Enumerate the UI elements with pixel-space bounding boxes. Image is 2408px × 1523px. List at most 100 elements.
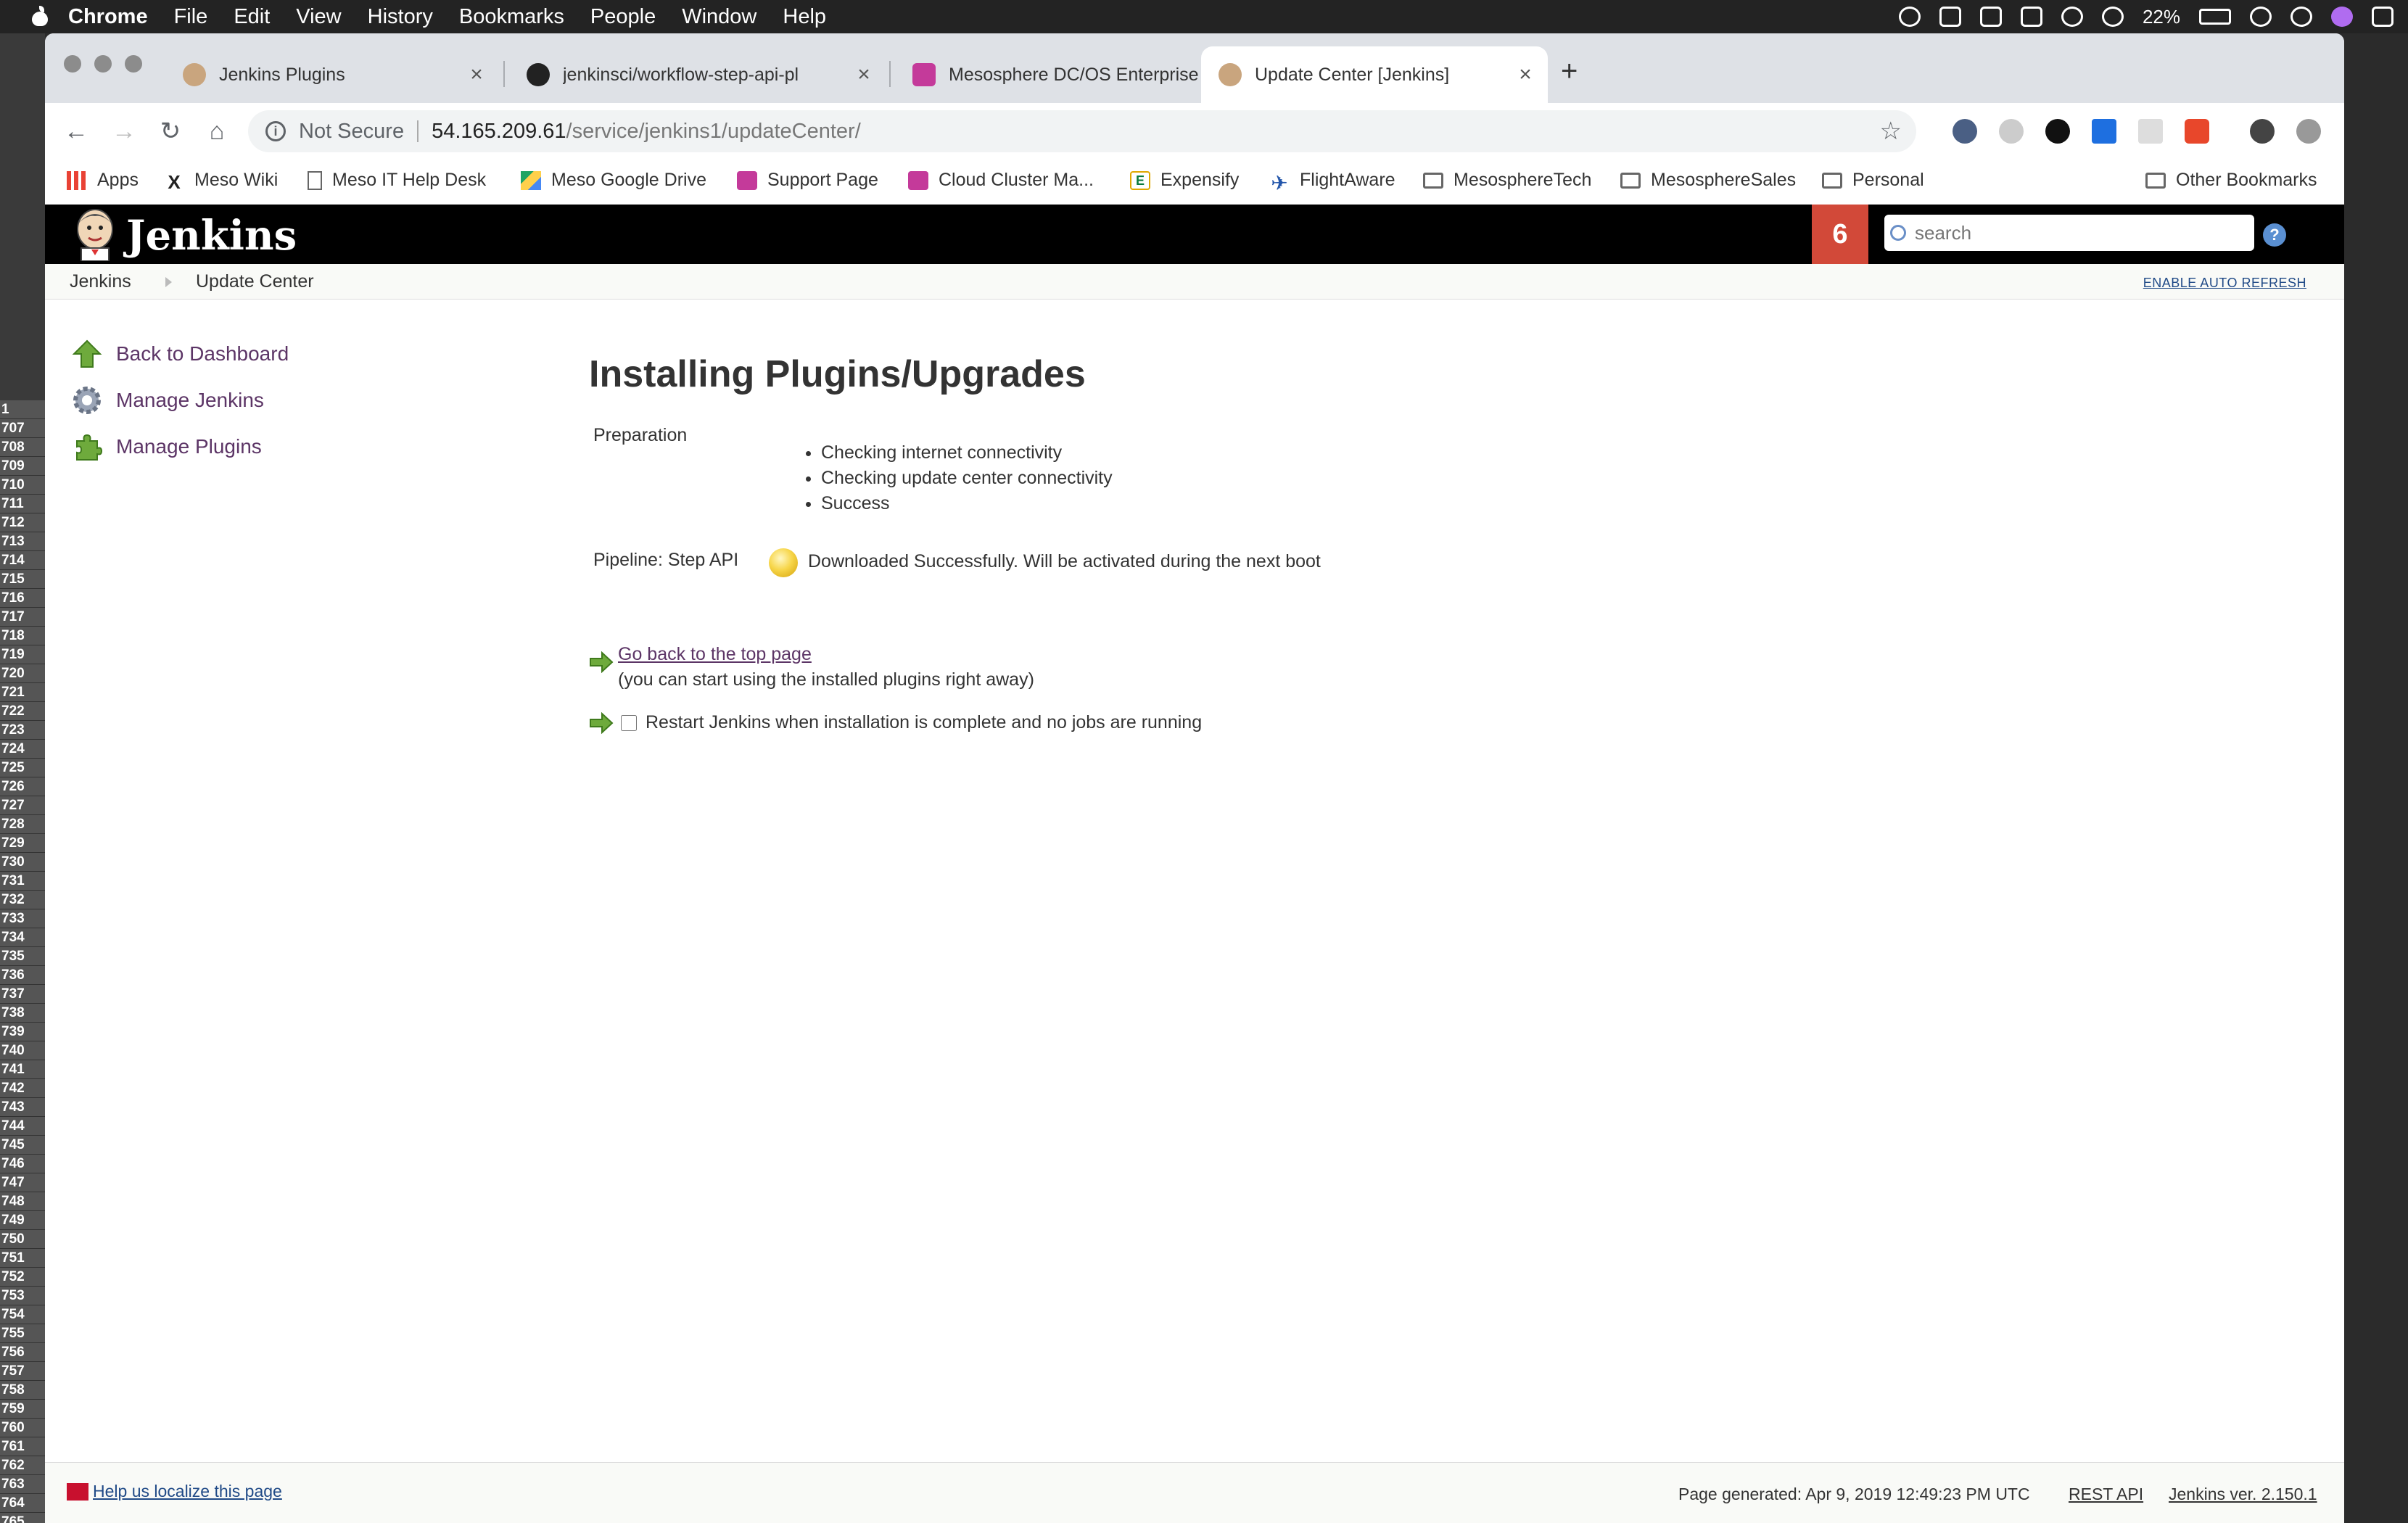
close-tab-icon[interactable]: ×	[466, 62, 487, 87]
jenkins-butler-logo-icon[interactable]	[71, 207, 119, 261]
notification-center-icon[interactable]	[2372, 7, 2393, 27]
close-tab-icon[interactable]: ×	[853, 62, 875, 87]
bookmark-meso-wiki[interactable]: X Meso Wiki	[164, 170, 278, 193]
menu-bookmarks[interactable]: Bookmarks	[459, 5, 564, 29]
menu-help[interactable]: Help	[783, 5, 826, 29]
go-back-link[interactable]: Go back to the top page	[618, 644, 1034, 665]
rest-api-link[interactable]: REST API	[2069, 1485, 2143, 1504]
menu-history[interactable]: History	[368, 5, 433, 29]
close-tab-icon[interactable]: ×	[1514, 62, 1536, 87]
forward-arrow-icon[interactable]: →	[107, 115, 141, 148]
breadcrumb-jenkins[interactable]: Jenkins	[70, 271, 131, 292]
chrome-update-icon[interactable]	[2296, 119, 2321, 144]
folder-icon	[1822, 172, 1842, 189]
zoom-icon[interactable]	[1898, 7, 1921, 27]
info-icon[interactable]: i	[265, 121, 286, 141]
breadcrumb-update-center[interactable]: Update Center	[196, 271, 314, 292]
spreadsheet-row-number: 755	[0, 1324, 45, 1343]
dropbox-icon[interactable]	[1939, 7, 1961, 27]
bookmark-folder-mesospheresales[interactable]: MesosphereSales	[1620, 170, 1796, 191]
menu-file[interactable]: File	[174, 5, 208, 29]
bookmark-flightaware[interactable]: ✈ FlightAware	[1269, 170, 1395, 194]
bookmark-star-icon[interactable]: ☆	[1880, 117, 1902, 146]
restart-checkbox[interactable]	[621, 714, 637, 731]
tab-mesosphere[interactable]: Mesosphere DC/OS Enterprise ×	[895, 46, 1242, 103]
close-window-button[interactable]	[64, 55, 81, 73]
extension-icon[interactable]	[2138, 119, 2163, 144]
dropbox-extension-icon[interactable]	[2092, 119, 2116, 144]
onepassword-icon[interactable]	[2045, 119, 2070, 144]
battery-icon[interactable]	[2199, 9, 2231, 25]
side-item-label: Manage Jenkins	[116, 389, 264, 411]
wifi-icon[interactable]	[2101, 7, 2124, 27]
menu-edit[interactable]: Edit	[234, 5, 270, 29]
extension-icon[interactable]	[1999, 119, 2024, 144]
url-path: /service/jenkins1/updateCenter/	[566, 119, 861, 143]
apple-icon[interactable]	[32, 6, 48, 26]
preparation-steps: Checking internet connectivity Checking …	[799, 442, 1113, 519]
puzzle-piece-icon	[76, 434, 103, 461]
spreadsheet-row-number: 749	[0, 1211, 45, 1230]
bluetooth-icon[interactable]	[2061, 7, 2083, 27]
menu-app-name[interactable]: Chrome	[68, 5, 148, 29]
spreadsheet-row-number: 712	[0, 513, 45, 532]
menu-window[interactable]: Window	[682, 5, 756, 29]
jenkins-title[interactable]: Jenkins	[126, 212, 297, 260]
help-localize-link[interactable]: Help us localize this page	[93, 1482, 282, 1501]
side-item-manage-jenkins[interactable]: Manage Jenkins	[71, 384, 264, 416]
bookmark-cloud-cluster[interactable]: Cloud Cluster Ma...	[908, 170, 1094, 191]
spreadsheet-row-number: 761	[0, 1437, 45, 1456]
clock-icon[interactable]	[2250, 7, 2272, 27]
bookmark-folder-personal[interactable]: Personal	[1822, 170, 1924, 191]
side-item-manage-plugins[interactable]: Manage Plugins	[71, 431, 262, 463]
airplane-icon: ✈	[1271, 171, 1288, 194]
enable-auto-refresh-link[interactable]: ENABLE AUTO REFRESH	[2143, 276, 2306, 291]
airplay-icon[interactable]	[2020, 7, 2042, 27]
extension-icon[interactable]	[2185, 119, 2209, 144]
bookmark-support-page[interactable]: Support Page	[737, 170, 878, 191]
home-icon[interactable]: ⌂	[200, 115, 234, 148]
tab-github[interactable]: jenkinsci/workflow-step-api-pl ×	[509, 46, 886, 103]
tab-jenkins-plugins[interactable]: Jenkins Plugins ×	[165, 46, 499, 103]
spreadsheet-row-number: 720	[0, 664, 45, 683]
spreadsheet-row-number: 747	[0, 1173, 45, 1192]
reload-icon[interactable]: ↻	[154, 115, 187, 148]
apps-grid-icon	[67, 170, 87, 190]
minimize-window-button[interactable]	[94, 55, 112, 73]
siri-icon[interactable]	[2331, 7, 2353, 27]
side-item-back-to-dashboard[interactable]: Back to Dashboard	[71, 338, 289, 370]
google-drive-icon	[521, 170, 541, 190]
spreadsheet-row-number: 735	[0, 947, 45, 966]
spotlight-search-icon[interactable]	[2291, 7, 2312, 27]
bookmark-label: Meso IT Help Desk	[332, 170, 487, 190]
bookmark-google-drive[interactable]: Meso Google Drive	[521, 170, 706, 191]
bookmark-apps[interactable]: Apps	[67, 170, 139, 191]
search-box[interactable]	[1884, 215, 2254, 251]
help-icon[interactable]: ?	[2263, 223, 2286, 247]
address-bar[interactable]: i Not Secure 54.165.209.61 /service/jenk…	[248, 110, 1916, 152]
bookmark-expensify[interactable]: E Expensify	[1130, 170, 1239, 191]
spreadsheet-row-number: 726	[0, 777, 45, 796]
menu-view[interactable]: View	[296, 5, 341, 29]
not-secure-label[interactable]: Not Secure	[299, 120, 404, 144]
spreadsheet-row-number: 744	[0, 1117, 45, 1136]
bookmark-folder-mesospheretech[interactable]: MesosphereTech	[1423, 170, 1591, 191]
new-tab-button[interactable]: +	[1561, 55, 1578, 88]
jenkins-version-link[interactable]: Jenkins ver. 2.150.1	[2169, 1485, 2317, 1504]
menu-people[interactable]: People	[590, 5, 656, 29]
tab-update-center[interactable]: Update Center [Jenkins] ×	[1201, 46, 1548, 103]
github-favicon-icon	[527, 63, 550, 86]
extension-icon[interactable]	[1953, 119, 1977, 144]
notification-badge[interactable]: 6	[1812, 205, 1868, 264]
spreadsheet-row-number: 746	[0, 1155, 45, 1173]
search-input[interactable]	[1913, 220, 2235, 245]
bookmark-it-help-desk[interactable]: Meso IT Help Desk	[308, 170, 486, 191]
back-arrow-icon[interactable]: ←	[59, 115, 93, 148]
restart-option[interactable]: Restart Jenkins when installation is com…	[621, 712, 1202, 733]
profile-avatar[interactable]	[2250, 119, 2275, 144]
docker-icon[interactable]	[1979, 7, 2002, 27]
bookmark-folder-other[interactable]: Other Bookmarks	[2145, 170, 2317, 191]
spreadsheet-row-number: 763	[0, 1475, 45, 1494]
breadcrumb-chevron-icon[interactable]	[165, 277, 172, 287]
maximize-window-button[interactable]	[125, 55, 142, 73]
